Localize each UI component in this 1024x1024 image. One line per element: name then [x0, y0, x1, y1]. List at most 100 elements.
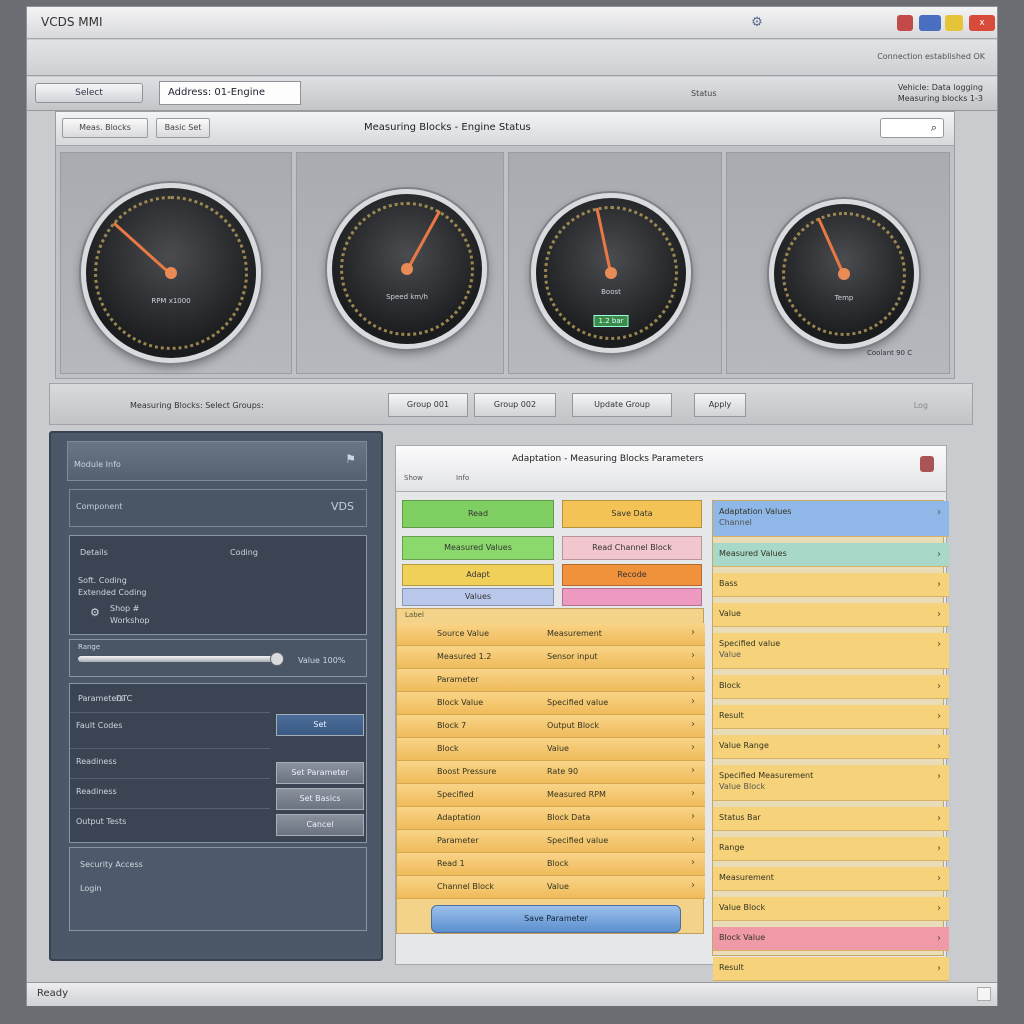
range-slider[interactable]	[78, 656, 278, 662]
table-row[interactable]: Readiness	[70, 778, 270, 804]
set-button[interactable]: Set	[276, 714, 364, 736]
chevron-right-icon[interactable]: ›	[937, 549, 941, 560]
chevron-right-icon[interactable]: ›	[937, 813, 941, 824]
chevron-right-icon[interactable]: ›	[937, 609, 941, 620]
chevron-right-icon[interactable]: ›	[691, 650, 695, 661]
chevron-right-icon[interactable]: ›	[691, 719, 695, 730]
table-row[interactable]: Source Value Measurement ›	[397, 623, 705, 646]
chevron-right-icon[interactable]: ›	[937, 579, 941, 590]
list-item[interactable]: Specified Measurement Value Block ›	[713, 765, 949, 801]
table-row[interactable]: Boost Pressure Rate 90 ›	[397, 761, 705, 784]
table-row[interactable]: Adaptation Block Data ›	[397, 807, 705, 830]
flag-icon: ⚑	[345, 452, 356, 466]
tile-read-channel-block[interactable]: Read Channel Block	[562, 536, 702, 560]
group-002-button[interactable]: Group 002	[474, 393, 556, 417]
update-group-button[interactable]: Update Group	[572, 393, 672, 417]
security-line-1: Security Access	[80, 860, 143, 869]
table-row[interactable]: Parameter Specified value ›	[397, 830, 705, 853]
list-item[interactable]: Measurement ›	[713, 867, 949, 891]
chevron-right-icon[interactable]: ›	[937, 963, 941, 974]
chevron-right-icon[interactable]: ›	[937, 843, 941, 854]
list-item[interactable]: Specified value Value ›	[713, 633, 949, 669]
range-slider-handle[interactable]	[270, 652, 284, 666]
table-row[interactable]: Output Tests	[70, 808, 270, 834]
resize-grip[interactable]	[977, 987, 991, 1001]
table-row[interactable]: Measured 1.2 Sensor input ›	[397, 646, 705, 669]
list-item[interactable]: Adaptation Values Channel ›	[713, 501, 949, 537]
tool-icon[interactable]: ⚙	[749, 15, 765, 31]
close-button[interactable]: x	[969, 15, 995, 31]
table-row[interactable]: Block Value Specified value ›	[397, 692, 705, 715]
chevron-right-icon[interactable]: ›	[937, 741, 941, 752]
tile-read[interactable]: Read	[402, 500, 554, 528]
meas-blocks-button[interactable]: Meas. Blocks	[62, 118, 148, 138]
list-item[interactable]: Block Value ›	[713, 927, 949, 951]
chevron-right-icon[interactable]: ›	[691, 627, 695, 638]
chevron-right-icon[interactable]: ›	[937, 711, 941, 722]
address-field[interactable]: Address: 01-Engine	[159, 81, 301, 105]
tile-recode[interactable]: Recode	[562, 564, 702, 586]
minimize-button[interactable]	[945, 15, 963, 31]
list-item-label: Measured Values	[719, 549, 787, 558]
chevron-right-icon[interactable]: ›	[691, 857, 695, 868]
tile-measured-values[interactable]: Measured Values	[402, 536, 554, 560]
app-window: VCDS MMI ⚙ x Connection established OK S…	[26, 6, 998, 1006]
list-item-label: Bass	[719, 579, 738, 588]
chevron-right-icon[interactable]: ›	[691, 765, 695, 776]
set-basics-button[interactable]: Set Basics	[276, 788, 364, 810]
chevron-right-icon[interactable]: ›	[691, 811, 695, 822]
table-row[interactable]: Read 1 Block ›	[397, 853, 705, 876]
tile-adapt[interactable]: Adapt	[402, 564, 554, 586]
chevron-right-icon[interactable]: ›	[691, 742, 695, 753]
set-parameter-button[interactable]: Set Parameter	[276, 762, 364, 784]
chevron-right-icon[interactable]: ›	[691, 673, 695, 684]
table-row[interactable]: Specified Measured RPM ›	[397, 784, 705, 807]
table-row[interactable]: Parameter ›	[397, 669, 705, 692]
settings-icon[interactable]: ⚙	[90, 606, 100, 619]
list-item[interactable]: Result ›	[713, 705, 949, 729]
list-item[interactable]: Block ›	[713, 675, 949, 699]
chevron-right-icon[interactable]: ›	[937, 933, 941, 944]
list-item[interactable]: Measured Values ›	[713, 543, 949, 567]
chevron-right-icon[interactable]: ›	[937, 903, 941, 914]
list-item[interactable]: Value Block ›	[713, 897, 949, 921]
chevron-right-icon[interactable]: ›	[937, 507, 941, 518]
chevron-right-icon[interactable]: ›	[937, 639, 941, 650]
list-item[interactable]: Value Range ›	[713, 735, 949, 759]
document-icon[interactable]	[920, 456, 934, 472]
list-item[interactable]: Range ›	[713, 837, 949, 861]
chevron-right-icon[interactable]: ›	[691, 834, 695, 845]
module-panel: Module Info ⚑ Component VDS Details Codi…	[49, 431, 383, 961]
apply-button[interactable]: Apply	[694, 393, 746, 417]
table-row[interactable]: Fault Codes	[70, 712, 270, 738]
list-item[interactable]: Bass ›	[713, 573, 949, 597]
search-button[interactable]: ⌕	[880, 118, 944, 138]
status-bar: Ready	[27, 982, 997, 1006]
tile-values[interactable]: Values	[402, 588, 554, 606]
list-item[interactable]: Status Bar ›	[713, 807, 949, 831]
save-parameter-button[interactable]: Save Parameter	[431, 905, 681, 933]
chevron-right-icon[interactable]: ›	[937, 771, 941, 782]
select-button[interactable]: Select	[35, 83, 143, 103]
cancel-button[interactable]: Cancel	[276, 814, 364, 836]
list-item[interactable]: Result ›	[713, 957, 949, 981]
tile-extra[interactable]	[562, 588, 702, 606]
component-row[interactable]: Component VDS	[69, 489, 367, 527]
show-tab[interactable]: Show	[404, 474, 423, 482]
chevron-right-icon[interactable]: ›	[691, 880, 695, 891]
chevron-right-icon[interactable]: ›	[691, 696, 695, 707]
chevron-right-icon[interactable]: ›	[937, 873, 941, 884]
info-button[interactable]	[919, 15, 941, 31]
tile-save-data[interactable]: Save Data	[562, 500, 702, 528]
table-row[interactable]: Readiness	[70, 748, 270, 774]
chevron-right-icon[interactable]: ›	[937, 681, 941, 692]
list-item[interactable]: Value ›	[713, 603, 949, 627]
help-button[interactable]	[897, 15, 913, 31]
info-tab[interactable]: Info	[456, 474, 469, 482]
table-row[interactable]: Channel Block Value ›	[397, 876, 705, 899]
chevron-right-icon[interactable]: ›	[691, 788, 695, 799]
table-row[interactable]: Block Value ›	[397, 738, 705, 761]
group-001-button[interactable]: Group 001	[388, 393, 468, 417]
table-row[interactable]: Block 7 Output Block ›	[397, 715, 705, 738]
basic-set-button[interactable]: Basic Set	[156, 118, 210, 138]
